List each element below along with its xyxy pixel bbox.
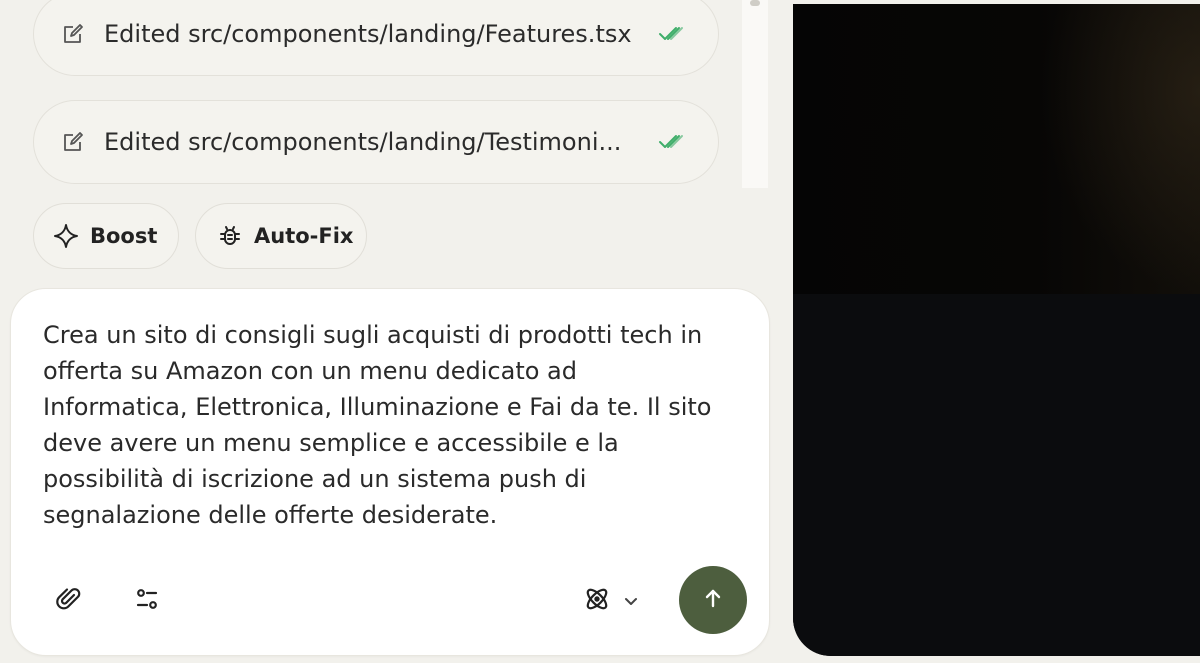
prompt-text[interactable]: Crea un sito di consigli sugli acquisti … [43,317,743,533]
arrow-up-icon [701,586,725,614]
boost-label: Boost [90,224,158,248]
chat-panel: Edited src/components/landing/Features.t… [0,0,792,663]
prompt-composer[interactable]: Crea un sito di consigli sugli acquisti … [10,288,770,656]
send-button[interactable] [679,566,747,634]
preview-content [793,294,1200,656]
atom-icon [583,585,611,617]
preview-hero-glow [1040,4,1200,294]
edit-file-icon [60,129,86,155]
scrollbar-thumb[interactable] [750,0,760,6]
preview-panel[interactable] [793,4,1200,656]
chevron-down-icon [623,595,639,607]
sparkle-icon [52,222,80,250]
attach-button[interactable] [49,581,89,621]
edit-file-icon [60,21,86,47]
preview-hero [793,4,1200,294]
double-check-icon [658,24,686,44]
activity-item-label: Edited src/components/landing/Features.t… [104,20,632,48]
app-root: Edited src/components/landing/Features.t… [0,0,1200,663]
activity-item-label: Edited src/components/landing/Testimoni.… [104,128,622,156]
bug-icon [216,222,244,250]
sliders-icon [134,586,160,616]
model-selector[interactable] [583,579,655,623]
paperclip-icon [56,586,82,616]
activity-item-features[interactable]: Edited src/components/landing/Features.t… [33,0,719,76]
double-check-icon [658,132,686,152]
auto-fix-label: Auto-Fix [254,224,354,248]
auto-fix-button[interactable]: Auto-Fix [195,203,367,269]
boost-button[interactable]: Boost [33,203,179,269]
settings-button[interactable] [127,581,167,621]
scrollbar-track[interactable] [742,0,768,188]
activity-item-testimonials[interactable]: Edited src/components/landing/Testimoni.… [33,100,719,184]
